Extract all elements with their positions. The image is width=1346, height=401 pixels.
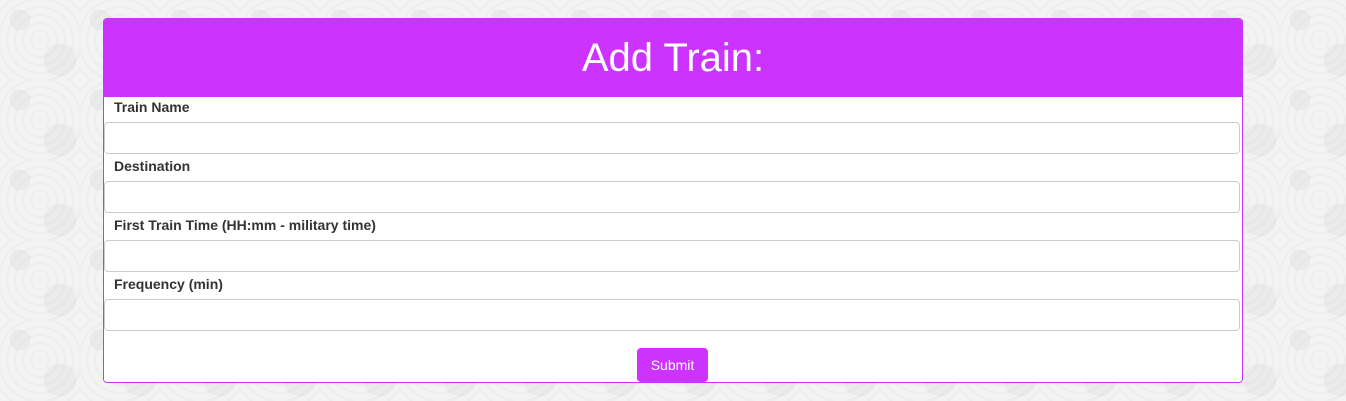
- train-name-input[interactable]: [104, 122, 1240, 154]
- first-train-time-label: First Train Time (HH:mm - military time): [114, 217, 376, 233]
- destination-input[interactable]: [104, 181, 1240, 213]
- panel-heading: Add Train:: [104, 19, 1242, 97]
- add-train-panel: Add Train: Train Name Destination First …: [103, 18, 1243, 383]
- frequency-label: Frequency (min): [114, 276, 223, 292]
- destination-label: Destination: [114, 158, 191, 174]
- frequency-input[interactable]: [104, 299, 1240, 331]
- first-train-time-input[interactable]: [104, 240, 1240, 272]
- train-name-label: Train Name: [114, 99, 190, 115]
- form-title: Add Train:: [581, 36, 765, 80]
- add-train-form: Train Name Destination First Train Time …: [104, 97, 1242, 382]
- submit-button[interactable]: Submit: [637, 348, 708, 382]
